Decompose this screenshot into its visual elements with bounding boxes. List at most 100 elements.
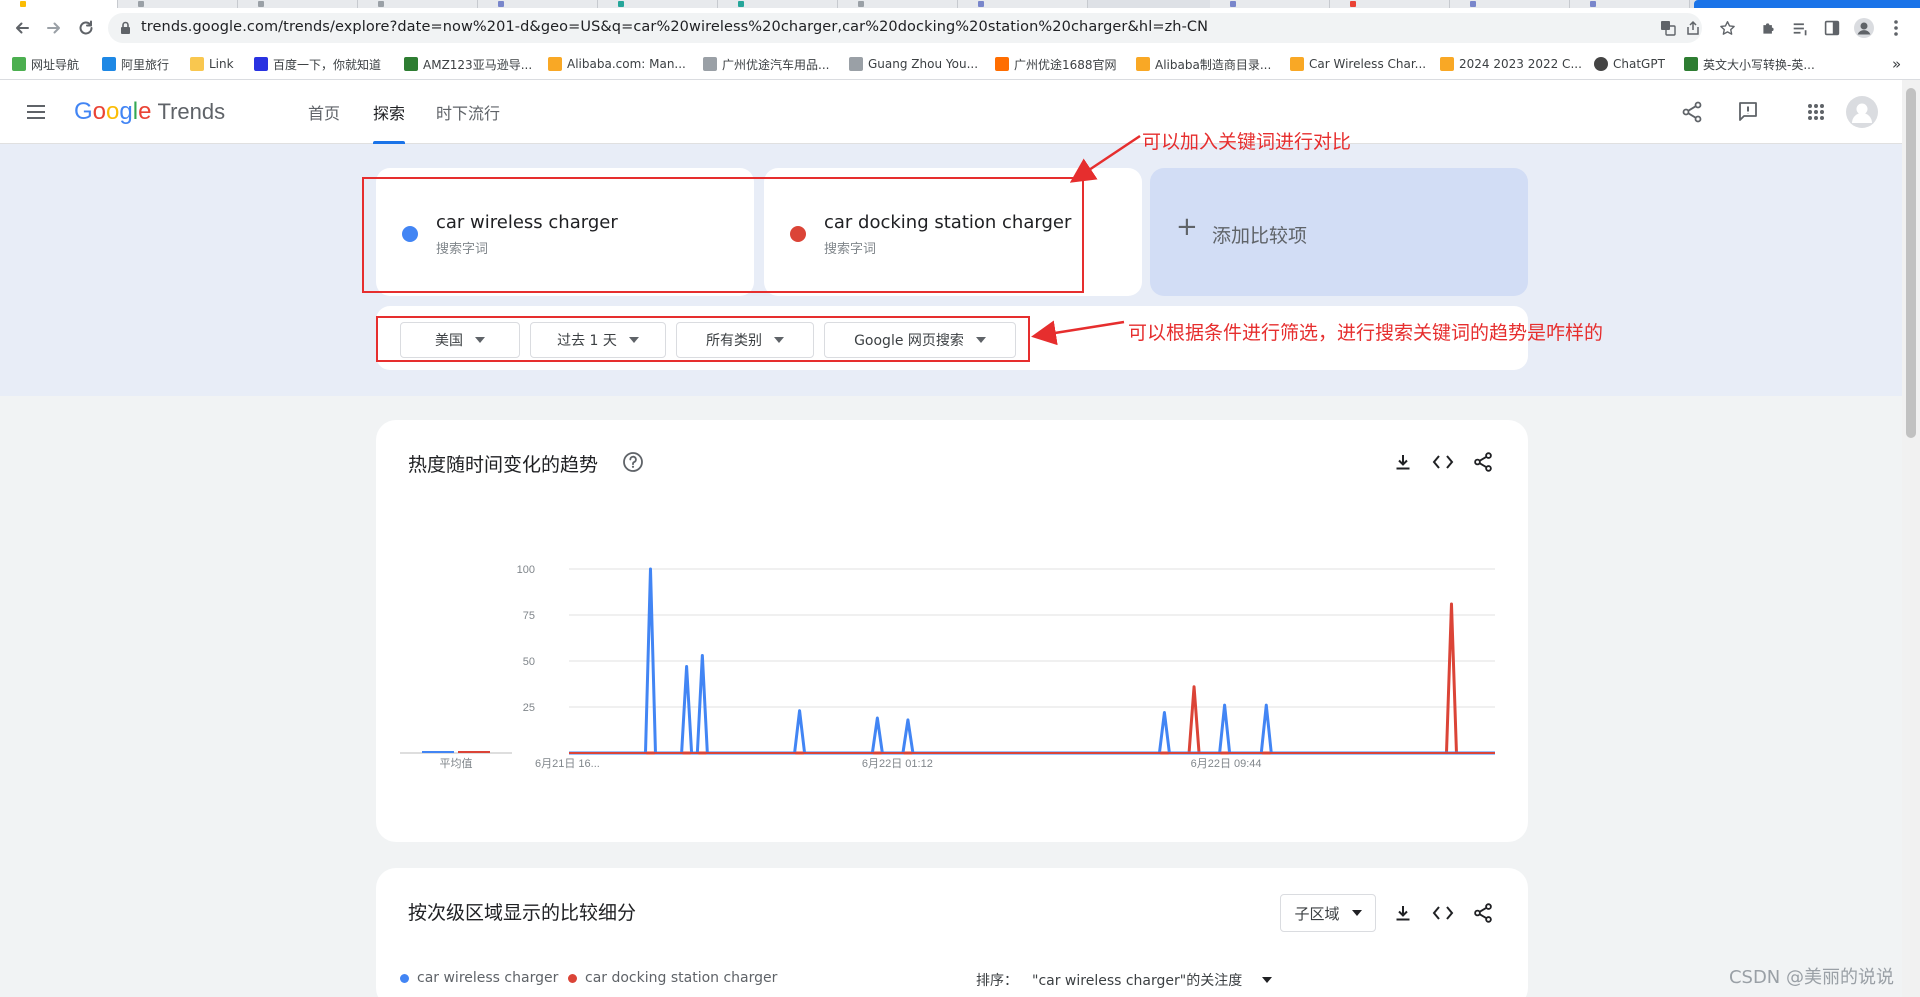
reading-list-button[interactable] (1790, 18, 1810, 38)
more-vert-icon (1894, 20, 1898, 36)
lock-icon (121, 21, 130, 34)
bookmark-item[interactable]: 阿里旅行 (102, 48, 169, 80)
embed-button[interactable] (1430, 900, 1456, 926)
scrollbar-thumb[interactable] (1906, 88, 1916, 438)
side-panel-button[interactable] (1822, 18, 1842, 38)
share-chart-button[interactable] (1470, 900, 1496, 926)
share-page-button[interactable] (1684, 19, 1702, 37)
add-comparison-button[interactable]: + 添加比较项 (1150, 168, 1528, 296)
tab-home[interactable]: 首页 (308, 80, 340, 144)
bookmark-item[interactable]: Car Wireless Char... (1290, 48, 1426, 80)
bookmark-star-button[interactable] (1718, 19, 1736, 37)
avatar-icon (1854, 18, 1874, 38)
legend-dot (568, 973, 577, 983)
interest-over-time-card: 热度随时间变化的趋势 25 50 75 100 6月21日 16... 6月22日 01:… (376, 420, 1528, 842)
bookmarks-overflow-button[interactable]: » (1892, 48, 1901, 80)
browser-tab[interactable] (1210, 0, 1330, 8)
tab-explore[interactable]: 探索 (373, 80, 406, 144)
browser-tab[interactable] (358, 0, 478, 8)
profile-button[interactable] (1854, 18, 1874, 38)
bookmark-item[interactable]: Guang Zhou You... (849, 48, 978, 80)
arrow-right-icon (47, 22, 60, 34)
bookmark-item[interactable]: 网址导航 (12, 48, 79, 80)
forward-button[interactable] (40, 14, 68, 42)
page-scrollbar[interactable] (1902, 80, 1920, 997)
resolution-select[interactable]: 子区域 (1280, 894, 1376, 932)
extensions-button[interactable] (1758, 18, 1778, 38)
x-tick-label: 6月22日 01:12 (862, 758, 933, 770)
average-bar (458, 751, 490, 753)
bookmark-item[interactable]: 英文大小写转换-英... (1684, 48, 1815, 80)
apps-button[interactable] (1804, 100, 1828, 124)
google-trends-logo[interactable]: Google Trends (74, 98, 225, 126)
bookmark-item[interactable]: Link (190, 48, 234, 80)
legend-item: car wireless charger (400, 970, 558, 986)
translate-button[interactable] (1659, 19, 1677, 37)
bookmark-item[interactable]: 2024 2023 2022 C... (1440, 48, 1582, 80)
card-title: 按次级区域显示的比较细分 (408, 902, 637, 924)
browser-tab[interactable] (598, 0, 718, 8)
download-csv-button[interactable] (1390, 900, 1416, 926)
address-bar[interactable]: trends.google.com/trends/explore?date=no… (108, 13, 1702, 43)
folder-icon (190, 57, 204, 71)
translate-icon (1661, 21, 1676, 36)
profile-tab-area (1694, 0, 1920, 8)
bookmark-item[interactable]: 广州优途1688官网 (995, 48, 1117, 80)
back-button[interactable] (8, 14, 36, 42)
bookmark-item[interactable]: Alibaba.com: Man... (548, 48, 686, 80)
bookmark-item[interactable]: Alibaba制造商目录... (1136, 48, 1271, 80)
bookmark-item[interactable]: ChatGPT (1594, 48, 1665, 80)
feedback-icon (1739, 102, 1757, 121)
browser-tab[interactable] (958, 0, 1088, 8)
x-tick-label: 6月21日 16... (535, 758, 600, 770)
url-text: trends.google.com/trends/explore?date=no… (141, 19, 1209, 35)
chatgpt-icon (1594, 57, 1608, 71)
browser-toolbar: trends.google.com/trends/explore?date=no… (0, 8, 1920, 48)
browser-tab[interactable] (1450, 0, 1570, 8)
reload-button[interactable] (72, 14, 100, 42)
trend-chart[interactable]: 25 50 75 100 6月21日 16... 6月22日 01:12 6月22日 09:… (376, 420, 1528, 842)
browser-tab[interactable] (718, 0, 838, 8)
bookmark-item[interactable]: AMZ123亚马逊导... (404, 48, 532, 80)
sort-control[interactable]: 排序： "car wireless charger"的关注度 (976, 970, 1273, 990)
browser-menu-button[interactable] (1886, 18, 1906, 38)
baidu-icon (254, 57, 268, 71)
bookmark-item[interactable]: 广州优途汽车用品... (703, 48, 829, 80)
average-label: 平均值 (440, 757, 473, 770)
feedback-button[interactable] (1736, 100, 1760, 124)
arrow-left-icon (16, 22, 29, 34)
side-panel-icon (1824, 20, 1840, 36)
hamburger-icon (27, 105, 45, 119)
series-line (569, 602, 1495, 755)
browser-tab[interactable] (118, 0, 238, 8)
sort-label: 排序： (976, 973, 1018, 989)
watermark: CSDN @美丽的说说 (1728, 967, 1894, 988)
bookmark-favicon-icon (404, 57, 418, 71)
compared-breakdown-card: 按次级区域显示的比较细分 子区域 car wireless charger ca… (376, 868, 1528, 997)
main-menu-button[interactable] (24, 100, 48, 124)
page-icon (849, 57, 863, 71)
account-button[interactable] (1846, 96, 1878, 128)
alibaba-icon (1440, 57, 1454, 71)
avatar-icon (1846, 96, 1878, 128)
bookmark-favicon-icon (102, 57, 116, 71)
share-icon (1474, 903, 1492, 923)
sort-value: "car wireless charger"的关注度 (1032, 973, 1243, 989)
browser-tab[interactable] (838, 0, 958, 8)
share-button[interactable] (1680, 100, 1704, 124)
average-bar (422, 751, 454, 753)
browser-tab[interactable] (0, 0, 118, 8)
browser-tab[interactable] (238, 0, 358, 8)
bookmarks-bar: 网址导航 阿里旅行 Link 百度一下，你就知道 AMZ123亚马逊导... A… (0, 48, 1920, 80)
browser-tab[interactable] (1570, 0, 1690, 8)
y-tick-label: 100 (517, 564, 535, 576)
browser-tab[interactable] (1330, 0, 1450, 8)
y-tick-label: 50 (523, 656, 535, 668)
bookmark-favicon-icon (995, 57, 1009, 71)
y-tick-label: 75 (523, 610, 535, 622)
tab-trending-now[interactable]: 时下流行 (436, 80, 500, 144)
bookmark-item[interactable]: 百度一下，你就知道 (254, 48, 381, 80)
plus-icon: + (1176, 212, 1198, 242)
browser-tab[interactable] (478, 0, 598, 8)
trends-app-bar: Google Trends 首页 探索 时下流行 (0, 80, 1902, 144)
